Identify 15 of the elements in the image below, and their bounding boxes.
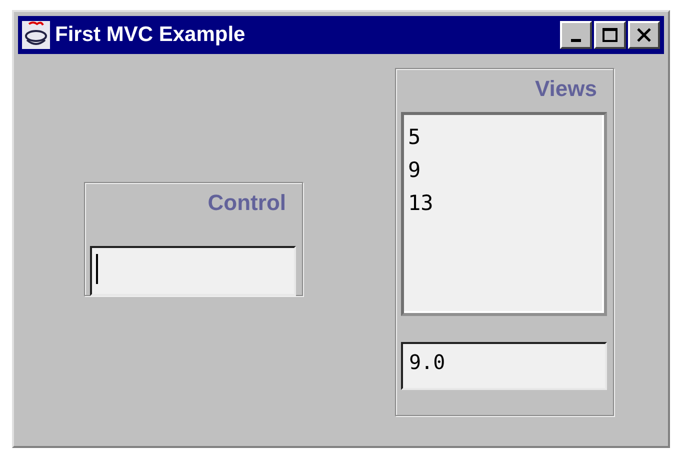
minimize-icon	[571, 38, 581, 42]
close-icon	[636, 27, 652, 43]
list-item[interactable]: 13	[408, 187, 600, 220]
minimize-button[interactable]	[560, 21, 592, 49]
maximize-icon	[602, 27, 618, 43]
panel-title: Views	[534, 75, 598, 103]
cup-icon	[21, 20, 51, 50]
output-field: 9.0	[401, 342, 607, 390]
close-button[interactable]	[628, 21, 660, 49]
list-item[interactable]: 5	[408, 121, 600, 154]
input-field[interactable]	[90, 246, 296, 296]
list-item[interactable]: 9	[408, 154, 600, 187]
window-title: First MVC Example	[55, 23, 246, 47]
maximize-button[interactable]	[594, 21, 626, 49]
panel-title: Control	[206, 189, 287, 217]
